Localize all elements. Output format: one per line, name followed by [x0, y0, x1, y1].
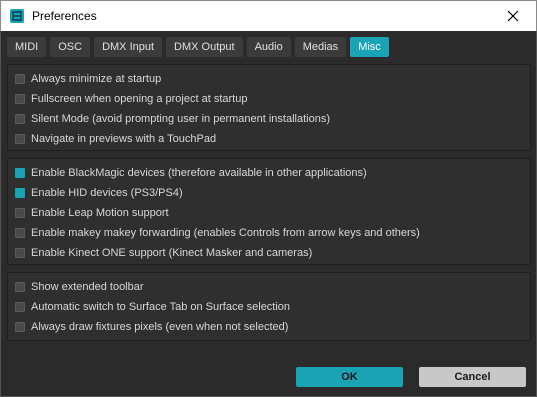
ok-button[interactable]: OK [296, 367, 403, 387]
option-label: Silent Mode (avoid prompting user in per… [31, 113, 330, 125]
option-blackmagic[interactable]: Enable BlackMagic devices (therefore ava… [15, 163, 367, 183]
checkbox[interactable] [15, 322, 25, 332]
option-label: Always minimize at startup [31, 73, 162, 85]
cancel-button[interactable]: Cancel [419, 367, 526, 387]
tab-osc[interactable]: OSC [50, 37, 91, 57]
option-label: Enable Leap Motion support [31, 207, 169, 219]
window-title: Preferences [32, 9, 97, 23]
checkbox[interactable] [15, 302, 25, 312]
checkbox[interactable] [15, 228, 25, 238]
tab-dmx-input[interactable]: DMX Input [94, 37, 163, 57]
tab-midi[interactable]: MIDI [7, 37, 47, 57]
app-icon [10, 9, 24, 23]
checkbox[interactable] [15, 282, 25, 292]
checkbox[interactable] [15, 208, 25, 218]
option-label: Show extended toolbar [31, 281, 144, 293]
option-label: Fullscreen when opening a project at sta… [31, 93, 248, 105]
startup-options-group: Always minimize at startup Fullscreen wh… [7, 64, 531, 151]
option-kinect-one[interactable]: Enable Kinect ONE support (Kinect Masker… [15, 243, 312, 263]
option-surface-tab-switch[interactable]: Automatic switch to Surface Tab on Surfa… [15, 297, 290, 317]
option-label: Enable makey makey forwarding (enables C… [31, 227, 420, 239]
option-silent-mode[interactable]: Silent Mode (avoid prompting user in per… [15, 109, 330, 129]
checkbox-checked[interactable] [15, 188, 25, 198]
option-label: Enable BlackMagic devices (therefore ava… [31, 167, 367, 179]
option-makey-makey[interactable]: Enable makey makey forwarding (enables C… [15, 223, 420, 243]
checkbox[interactable] [15, 74, 25, 84]
option-label: Enable HID devices (PS3/PS4) [31, 187, 183, 199]
tab-medias[interactable]: Medias [294, 37, 347, 57]
option-label: Always draw fixtures pixels (even when n… [31, 321, 289, 333]
display-options-group: Show extended toolbar Automatic switch t… [7, 272, 531, 341]
option-always-minimize[interactable]: Always minimize at startup [15, 69, 161, 89]
tab-audio[interactable]: Audio [246, 37, 291, 57]
checkbox[interactable] [15, 114, 25, 124]
option-extended-toolbar[interactable]: Show extended toolbar [15, 277, 144, 297]
option-draw-fixtures-pixels[interactable]: Always draw fixtures pixels (even when n… [15, 317, 288, 337]
option-label: Enable Kinect ONE support (Kinect Masker… [31, 247, 313, 259]
option-label: Navigate in previews with a TouchPad [31, 133, 217, 145]
option-leap-motion[interactable]: Enable Leap Motion support [15, 203, 169, 223]
tab-misc[interactable]: Misc [350, 37, 389, 57]
checkbox[interactable] [15, 94, 25, 104]
devices-options-group: Enable BlackMagic devices (therefore ava… [7, 158, 531, 265]
checkbox-checked[interactable] [15, 168, 25, 178]
option-hid-devices[interactable]: Enable HID devices (PS3/PS4) [15, 183, 183, 203]
close-button[interactable] [490, 1, 536, 31]
option-fullscreen-startup[interactable]: Fullscreen when opening a project at sta… [15, 89, 247, 109]
title-bar: Preferences [0, 0, 537, 31]
tab-bar: MIDI OSC DMX Input DMX Output Audio Medi… [7, 37, 389, 57]
checkbox[interactable] [15, 134, 25, 144]
close-icon [507, 10, 519, 22]
option-label: Automatic switch to Surface Tab on Surfa… [31, 301, 291, 313]
option-touchpad-navigation[interactable]: Navigate in previews with a TouchPad [15, 129, 216, 149]
checkbox[interactable] [15, 248, 25, 258]
tab-dmx-output[interactable]: DMX Output [166, 37, 243, 57]
